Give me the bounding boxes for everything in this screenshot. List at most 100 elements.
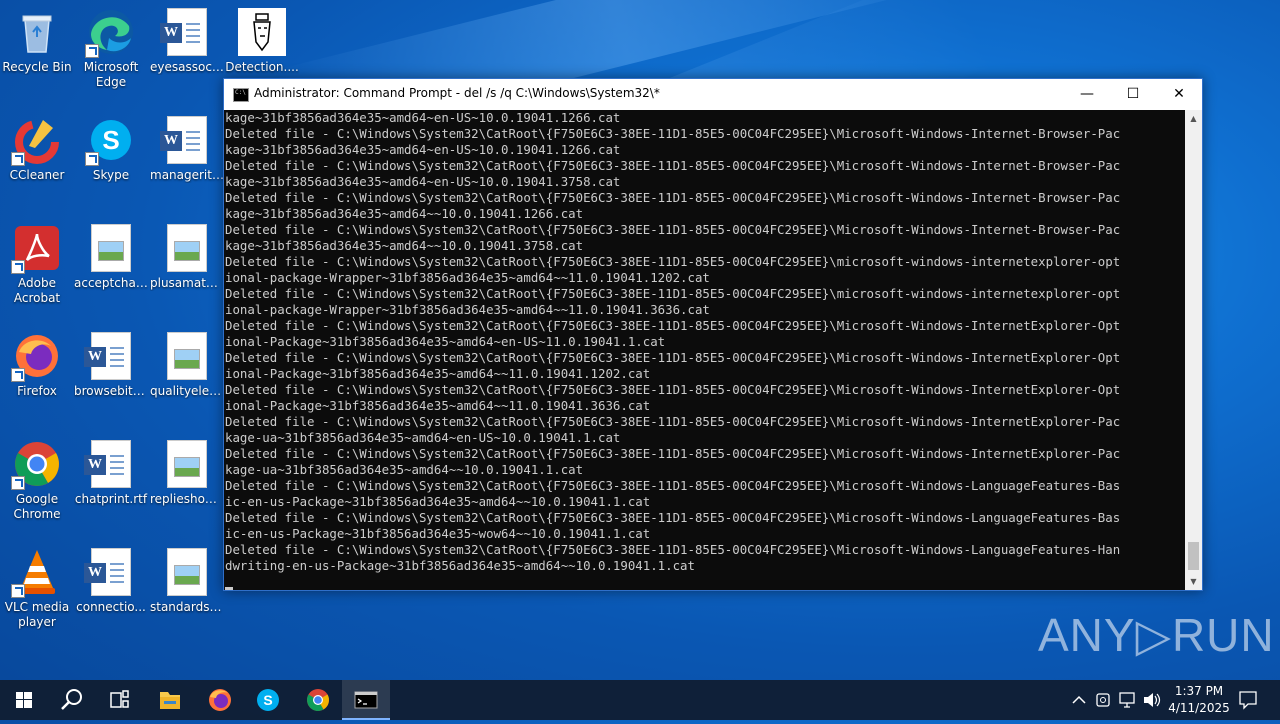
- desktop-icon-detection[interactable]: Detection....: [225, 2, 299, 75]
- desktop-icon-label: VLC media player: [4, 600, 70, 629]
- desktop-icon-google-chrome[interactable]: Google Chrome: [0, 434, 74, 522]
- start-button[interactable]: [0, 680, 48, 720]
- desktop-icon-skype[interactable]: S Skype: [74, 110, 148, 183]
- clock-time: 1:37 PM: [1174, 684, 1224, 698]
- desktop-icon-vlc[interactable]: VLC media player: [0, 542, 74, 630]
- tray-volume-button[interactable]: [1140, 680, 1162, 720]
- desktop-icon-managerite[interactable]: W managerite...: [150, 110, 224, 183]
- vertical-scrollbar[interactable]: ▲ ▼: [1185, 110, 1202, 590]
- firefox-icon: [209, 689, 231, 711]
- console-line: Deleted file - C:\Windows\System32\CatRo…: [225, 382, 1121, 397]
- desktop-icon-label: Firefox: [17, 384, 57, 398]
- console-line: kage~31bf3856ad364e35~amd64~en-US~10.0.1…: [225, 110, 621, 125]
- scroll-up-arrow-icon[interactable]: ▲: [1185, 110, 1202, 127]
- clock-date: 4/11/2025: [1168, 701, 1230, 715]
- desktop-icon-standardsc[interactable]: standardsc...: [150, 542, 224, 615]
- command-prompt-taskbar-button[interactable]: [342, 680, 390, 720]
- word-doc-icon: W: [84, 332, 135, 380]
- notifications-button[interactable]: [1232, 680, 1264, 720]
- desktop-icon-acceptchat[interactable]: acceptchat....: [74, 218, 148, 291]
- desktop-icon-browsebit[interactable]: W browsebit.rtf: [74, 326, 148, 399]
- command-prompt-window[interactable]: Administrator: Command Prompt - del /s /…: [223, 78, 1203, 591]
- task-view-button[interactable]: [96, 680, 144, 720]
- skype-icon: S: [85, 116, 135, 166]
- console-line: ional-package-Wrapper~31bf3856ad364e35~a…: [225, 302, 710, 317]
- desktop-icon-label: Adobe Acrobat: [13, 276, 61, 305]
- chevron-up-icon: [1072, 695, 1086, 704]
- word-doc-icon: W: [160, 116, 211, 164]
- console-line: Deleted file - C:\Windows\System32\CatRo…: [225, 158, 1121, 173]
- desktop-icon-adobe-acrobat[interactable]: Adobe Acrobat: [0, 218, 74, 306]
- scrollbar-thumb[interactable]: [1188, 542, 1199, 570]
- skype-taskbar-button[interactable]: S: [244, 680, 292, 720]
- console-line: dwriting-en-us-Package~31bf3856ad364e35~…: [225, 558, 695, 573]
- console-line: kage~31bf3856ad364e35~amd64~~10.0.19041.…: [225, 238, 584, 253]
- desktop-icon-label: connectio...: [76, 600, 146, 614]
- notification-icon: [1239, 691, 1257, 710]
- anyrun-watermark: ANY▷RUN: [1038, 609, 1275, 661]
- console-line: Deleted file - C:\Windows\System32\CatRo…: [225, 414, 1121, 429]
- console-line: Deleted file - C:\Windows\System32\CatRo…: [225, 222, 1121, 237]
- svg-text:S: S: [263, 692, 272, 708]
- tray-network-button[interactable]: [1116, 680, 1138, 720]
- window-title: Administrator: Command Prompt - del /s /…: [254, 86, 660, 100]
- desktop-icon-qualityelec[interactable]: qualityelec...: [150, 326, 224, 399]
- search-icon: [61, 689, 82, 710]
- desktop-icon-label: CCleaner: [9, 168, 65, 182]
- word-doc-icon: W: [84, 440, 135, 488]
- console-output[interactable]: kage~31bf3856ad364e35~amd64~en-US~10.0.1…: [224, 110, 1184, 590]
- minimize-button[interactable]: —: [1064, 79, 1110, 110]
- device-icon: [1096, 693, 1110, 707]
- console-line: ional-Package~31bf3856ad364e35~amd64~~11…: [225, 398, 651, 413]
- volume-icon: [1144, 693, 1161, 707]
- file-explorer-button[interactable]: [146, 680, 194, 720]
- console-line: kage-ua~31bf3856ad364e35~amd64~en-US~10.…: [225, 430, 621, 445]
- console-line: Deleted file - C:\Windows\System32\CatRo…: [225, 286, 1121, 301]
- ccleaner-icon: [11, 116, 61, 166]
- recycle-bin-icon: [13, 8, 61, 56]
- desktop-icon-recycle-bin[interactable]: Recycle Bin: [0, 2, 74, 75]
- image-file-icon: [87, 224, 135, 272]
- search-button[interactable]: [48, 680, 96, 720]
- desktop-icon-connectio[interactable]: W connectio...: [74, 542, 148, 615]
- firefox-taskbar-button[interactable]: [196, 680, 244, 720]
- desktop-icon-label: Skype: [92, 168, 130, 182]
- command-prompt-icon: [233, 88, 249, 102]
- chrome-taskbar-button[interactable]: [294, 680, 342, 720]
- console-line: Deleted file - C:\Windows\System32\CatRo…: [225, 350, 1121, 365]
- vlc-icon: [11, 548, 61, 598]
- maximize-button[interactable]: ☐: [1110, 79, 1156, 110]
- task-view-icon: [110, 690, 129, 708]
- firefox-icon: [11, 332, 61, 382]
- desktop-icon-firefox[interactable]: Firefox: [0, 326, 74, 399]
- network-icon: [1119, 692, 1135, 708]
- desktop-icon-replieshous[interactable]: replieshous...: [150, 434, 224, 507]
- desktop-icon-chatprint[interactable]: W chatprint.rtf: [74, 434, 148, 507]
- tray-device-button[interactable]: [1092, 680, 1114, 720]
- desktop-icon-label: chatprint.rtf: [74, 492, 148, 506]
- console-line: Deleted file - C:\Windows\System32\CatRo…: [225, 318, 1121, 333]
- console-line: kage~31bf3856ad364e35~amd64~en-US~10.0.1…: [225, 174, 621, 189]
- chrome-icon: [11, 440, 61, 490]
- desktop-icon-plusamate[interactable]: plusamate....: [150, 218, 224, 291]
- console-line: kage~31bf3856ad364e35~amd64~~10.0.19041.…: [225, 206, 584, 221]
- desktop-icon-ccleaner[interactable]: CCleaner: [0, 110, 74, 183]
- tray-overflow-button[interactable]: [1068, 680, 1090, 720]
- window-titlebar[interactable]: Administrator: Command Prompt - del /s /…: [224, 79, 1202, 110]
- start-icon: [16, 692, 32, 708]
- desktop-icon-eyesassoci[interactable]: W eyesassoci...: [150, 2, 224, 75]
- console-line: Deleted file - C:\Windows\System32\CatRo…: [225, 254, 1121, 269]
- console-line: Deleted file - C:\Windows\System32\CatRo…: [225, 126, 1121, 141]
- desktop-icon-microsoft-edge[interactable]: Microsoft Edge: [74, 2, 148, 90]
- image-file-icon: [238, 8, 286, 56]
- desktop-icon-label: Google Chrome: [13, 492, 61, 521]
- skype-icon: S: [257, 689, 279, 711]
- console-line: Deleted file - C:\Windows\System32\CatRo…: [225, 190, 1121, 205]
- desktop-icon-label: browsebit.rtf: [74, 384, 148, 398]
- scroll-down-arrow-icon[interactable]: ▼: [1185, 573, 1202, 590]
- console-line: Deleted file - C:\Windows\System32\CatRo…: [225, 510, 1121, 525]
- taskbar-clock[interactable]: 1:37 PM 4/11/2025: [1164, 683, 1234, 717]
- console-line: ional-Package~31bf3856ad364e35~amd64~~11…: [225, 366, 651, 381]
- console-line: Deleted file - C:\Windows\System32\CatRo…: [225, 542, 1121, 557]
- close-button[interactable]: ✕: [1156, 79, 1202, 110]
